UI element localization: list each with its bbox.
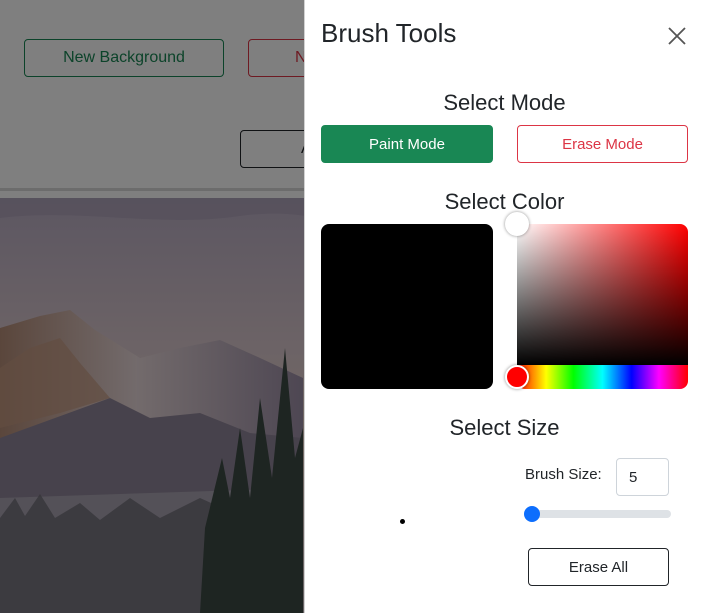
erase-mode-button[interactable]: Erase Mode	[517, 125, 688, 163]
saturation-handle[interactable]	[505, 212, 529, 236]
select-mode-heading: Select Mode	[443, 90, 566, 115]
paint-mode-button[interactable]: Paint Mode	[321, 125, 493, 163]
hue-slider[interactable]	[517, 365, 688, 389]
panel-title: Brush Tools	[321, 18, 457, 48]
brush-size-label: Brush Size:	[525, 466, 602, 483]
erase-all-button[interactable]: Erase All	[528, 548, 669, 586]
hue-handle[interactable]	[505, 365, 529, 389]
selected-color-swatch	[321, 224, 493, 389]
slider-thumb[interactable]	[524, 506, 540, 522]
brush-size-slider[interactable]	[524, 506, 671, 522]
select-color-heading: Select Color	[444, 189, 565, 214]
select-size-heading: Select Size	[449, 415, 560, 440]
close-icon	[668, 27, 686, 45]
close-button[interactable]	[663, 22, 691, 50]
brush-size-preview	[400, 519, 405, 524]
brush-size-input[interactable]	[616, 458, 669, 496]
color-picker[interactable]	[505, 212, 688, 389]
saturation-area[interactable]	[517, 224, 688, 365]
brush-tools-panel: Brush Tools Select Mode Paint Mode Erase…	[304, 0, 703, 613]
